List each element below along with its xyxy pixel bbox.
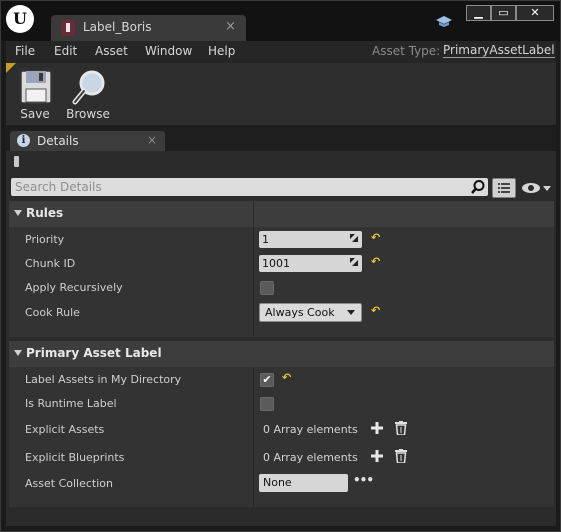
drag-handle-icon xyxy=(352,260,358,266)
title-bar: U Label_Boris × ▁ ▭ ✕ xyxy=(1,1,560,41)
browse-label: Browse xyxy=(66,107,110,121)
more-options-button[interactable]: ••• xyxy=(353,473,374,487)
details-tab-bar: i Details × xyxy=(6,125,556,151)
chunk-id-input[interactable]: 1001 xyxy=(259,255,362,272)
save-button[interactable]: Save xyxy=(11,67,59,123)
reset-to-default-icon[interactable]: ↶ xyxy=(371,256,381,268)
asset-type-link[interactable]: PrimaryAssetLabel xyxy=(443,44,555,58)
priority-value: 1 xyxy=(262,233,269,246)
document-tab-label: Label_Boris xyxy=(83,20,152,34)
asset-editor-window: U Label_Boris × ▁ ▭ ✕ File Edit Asset Wi… xyxy=(0,0,561,532)
reset-to-default-icon[interactable]: ↶ xyxy=(371,232,381,244)
label-assets-checkbox[interactable]: ✔ xyxy=(260,373,274,387)
view-options-button[interactable] xyxy=(492,178,516,198)
property-row: Explicit Assets 0 Array elements xyxy=(9,418,554,442)
asset-type-label: Asset Type: xyxy=(372,44,441,58)
category-title: Rules xyxy=(26,206,64,220)
reset-to-default-icon[interactable]: ↶ xyxy=(282,372,292,384)
tab-close-icon[interactable]: × xyxy=(225,19,236,34)
menu-bar: File Edit Asset Window Help Asset Type: … xyxy=(6,41,556,63)
menu-window[interactable]: Window xyxy=(145,44,192,58)
property-row: Apply Recursively xyxy=(9,276,554,300)
tab-details[interactable]: i Details × xyxy=(10,131,165,151)
property-label: Chunk ID xyxy=(25,257,76,270)
document-tab[interactable]: Label_Boris × xyxy=(51,15,246,41)
apply-recursively-checkbox[interactable] xyxy=(260,281,274,295)
unreal-logo-icon[interactable]: U xyxy=(6,5,34,33)
property-label: Apply Recursively xyxy=(25,281,123,294)
lock-icon[interactable] xyxy=(14,156,19,167)
property-row: Explicit Blueprints 0 Array elements xyxy=(9,446,554,470)
menu-asset[interactable]: Asset xyxy=(95,44,128,58)
save-icon xyxy=(20,70,52,104)
menu-help[interactable]: Help xyxy=(208,44,235,58)
search-box xyxy=(11,178,488,196)
menu-edit[interactable]: Edit xyxy=(54,44,77,58)
priority-input[interactable]: 1 xyxy=(259,231,362,248)
save-label: Save xyxy=(20,107,50,121)
view-options-icon xyxy=(498,183,510,193)
details-tab-label: Details xyxy=(37,134,79,148)
array-count: 0 Array elements xyxy=(263,451,358,464)
toolbar: Save Browse xyxy=(6,63,556,125)
primary-asset-label-rows: Label Assets in My Directory ✔ ↶ Is Runt… xyxy=(9,367,554,507)
property-label: Is Runtime Label xyxy=(25,397,117,410)
menu-file[interactable]: File xyxy=(15,44,35,58)
eye-icon[interactable] xyxy=(521,181,551,195)
property-row: Chunk ID 1001 ↶ xyxy=(9,252,554,276)
asset-collection-picker[interactable]: None xyxy=(259,474,348,492)
details-panel: Rules Priority 1 ↶ Chunk ID 1001 xyxy=(6,151,556,526)
collapse-arrow-icon xyxy=(14,210,22,216)
property-label: Label Assets in My Directory xyxy=(25,373,182,386)
graduation-cap-icon[interactable] xyxy=(436,16,452,28)
column-divider xyxy=(253,201,254,227)
array-count: 0 Array elements xyxy=(263,423,358,436)
property-label: Cook Rule xyxy=(25,306,80,319)
property-row: Label Assets in My Directory ✔ ↶ xyxy=(9,368,554,392)
add-icon[interactable] xyxy=(371,422,383,434)
chunk-id-value: 1001 xyxy=(262,257,290,270)
search-icon[interactable] xyxy=(470,179,486,195)
details-tab-close-icon[interactable]: × xyxy=(147,133,157,147)
trash-icon[interactable] xyxy=(395,449,407,463)
chevron-down-icon xyxy=(347,310,355,315)
asset-label-icon xyxy=(61,20,75,36)
property-row: Asset Collection None ••• xyxy=(9,472,554,496)
property-row: Priority 1 ↶ xyxy=(9,228,554,252)
minimize-button[interactable]: ▁ xyxy=(466,5,491,21)
is-runtime-label-checkbox[interactable] xyxy=(260,397,274,411)
reset-to-default-icon[interactable]: ↶ xyxy=(371,305,381,317)
rules-rows: Priority 1 ↶ Chunk ID 1001 ↶ Apply Recur… xyxy=(9,227,554,337)
maximize-button[interactable]: ▭ xyxy=(491,5,516,21)
property-row: Cook Rule Always Cook ↶ xyxy=(9,301,554,325)
collapse-arrow-icon xyxy=(14,350,22,356)
property-row: Is Runtime Label xyxy=(9,392,554,416)
category-rules[interactable]: Rules xyxy=(9,201,554,227)
property-label: Asset Collection xyxy=(25,477,113,490)
trash-icon[interactable] xyxy=(395,421,407,435)
property-label: Explicit Blueprints xyxy=(25,451,125,464)
drag-handle-icon xyxy=(352,236,358,242)
close-window-button[interactable]: ✕ xyxy=(516,5,554,21)
cook-rule-dropdown[interactable]: Always Cook xyxy=(259,303,362,322)
browse-magnifier-icon xyxy=(72,70,105,105)
category-title: Primary Asset Label xyxy=(26,346,162,360)
browse-button[interactable]: Browse xyxy=(64,67,112,123)
cook-rule-value: Always Cook xyxy=(265,306,335,319)
info-icon: i xyxy=(17,134,30,147)
search-input[interactable] xyxy=(15,179,455,195)
category-primary-asset-label[interactable]: Primary Asset Label xyxy=(9,341,554,367)
add-icon[interactable] xyxy=(371,450,383,462)
property-label: Explicit Assets xyxy=(25,423,105,436)
property-label: Priority xyxy=(25,233,65,246)
